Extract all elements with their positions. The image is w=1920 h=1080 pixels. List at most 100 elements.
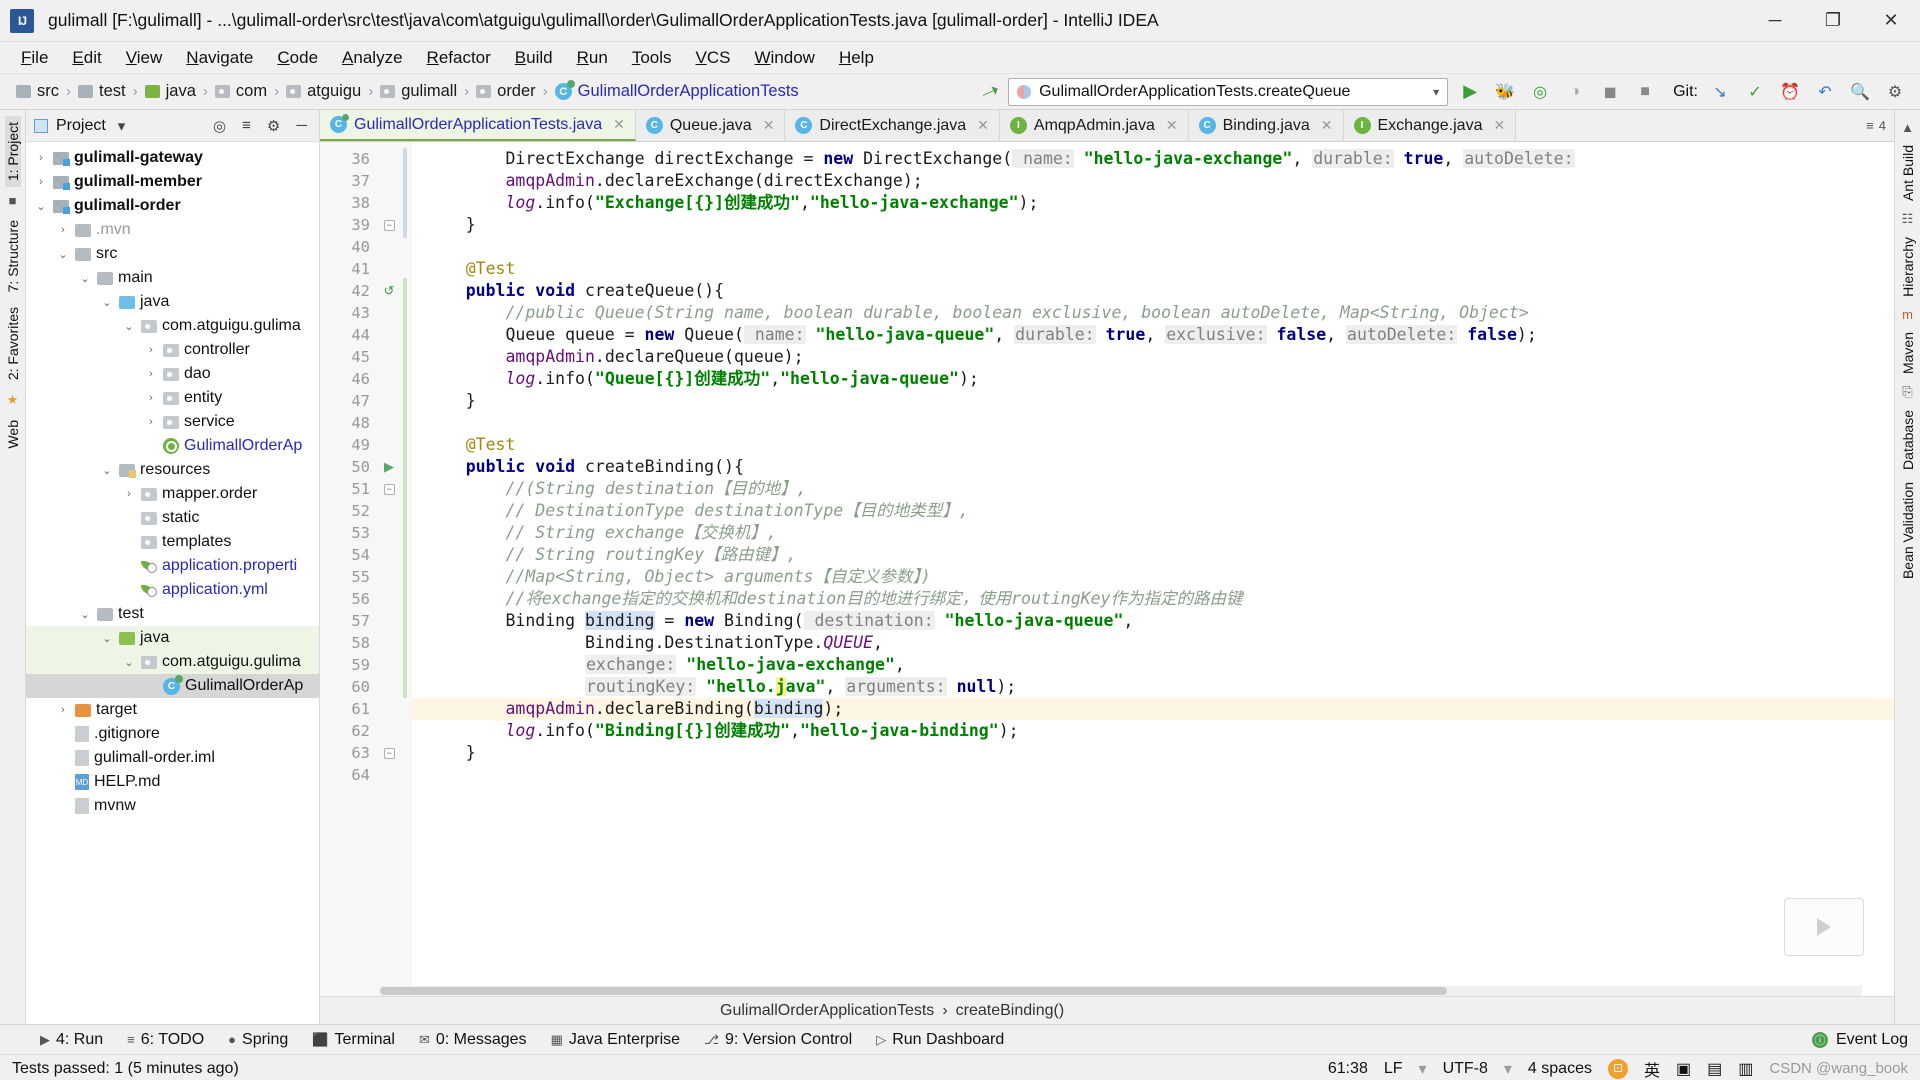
menu-item-refactor[interactable]: Refactor	[416, 44, 502, 72]
menu-item-edit[interactable]: Edit	[61, 44, 112, 72]
indent-setting[interactable]: 4 spaces	[1528, 1060, 1592, 1078]
code-line-64[interactable]	[412, 764, 1894, 786]
gutter-marker-line-50[interactable]: ▶	[380, 456, 398, 478]
menu-item-analyze[interactable]: Analyze	[331, 44, 413, 72]
tree-item-src[interactable]: ⌄ src	[26, 242, 319, 266]
tree-item-target[interactable]: › target	[26, 698, 319, 722]
code-line-63[interactable]: }	[412, 742, 1894, 764]
editor-tab-amqpadmin-java[interactable]: I AmqpAdmin.java ✕	[999, 110, 1189, 141]
chevron-down-icon[interactable]: ⌄	[56, 248, 70, 261]
line-separator[interactable]: LF	[1384, 1060, 1403, 1078]
tool-window-terminal[interactable]: ⬛ Terminal	[302, 1029, 405, 1051]
sidebar-item-favorites[interactable]: 2: Favorites	[5, 301, 21, 386]
run-button[interactable]: ▶	[1457, 79, 1483, 105]
code-line-47[interactable]: }	[412, 390, 1894, 412]
chevron-right-icon[interactable]: ›	[144, 344, 158, 356]
chevron-down-icon[interactable]: ⌄	[78, 608, 92, 621]
gear-icon[interactable]: ⚙	[263, 117, 284, 135]
collapse-all-icon[interactable]: ≡	[238, 117, 255, 134]
close-button[interactable]: ✕	[1862, 0, 1920, 42]
debug-button[interactable]: 🐝	[1492, 79, 1518, 105]
tool-window-4--run[interactable]: ▶ 4: Run	[30, 1029, 113, 1051]
code-line-48[interactable]	[412, 412, 1894, 434]
editor-tab-binding-java[interactable]: C Binding.java ✕	[1188, 110, 1344, 141]
ime-icon[interactable]: ⚀	[1607, 1058, 1628, 1079]
chevron-right-icon[interactable]: ›	[122, 488, 136, 500]
menu-item-file[interactable]: File	[10, 44, 59, 72]
maximize-button[interactable]: ❐	[1804, 0, 1862, 42]
breadcrumb-item-order[interactable]: order	[472, 82, 540, 101]
tool-window-run-dashboard[interactable]: ▷ Run Dashboard	[866, 1029, 1014, 1051]
menu-item-code[interactable]: Code	[266, 44, 329, 72]
breadcrumb-item-com[interactable]: com	[211, 82, 271, 101]
sidebar-item-database[interactable]: Database	[1900, 404, 1916, 476]
code-line-39[interactable]: }	[412, 214, 1894, 236]
tree-item-test[interactable]: ⌄ test	[26, 602, 319, 626]
tree-item-java[interactable]: ⌄ java	[26, 626, 319, 650]
tree-item-gulimall-gateway[interactable]: › gulimall-gateway	[26, 146, 319, 170]
run-test-icon[interactable]: ▶	[384, 459, 394, 475]
code-fold-icon[interactable]: −	[383, 483, 395, 495]
profiler-button[interactable]: ◑	[1562, 79, 1588, 105]
code-line-46[interactable]: log.info("Queue[{}]创建成功","hello-java-que…	[412, 368, 1894, 390]
code-fold-icon[interactable]: −	[383, 219, 395, 231]
tree-item-com-atguigu-gulima[interactable]: ⌄ com.atguigu.gulima	[26, 314, 319, 338]
code-line-43[interactable]: //public Queue(String name, boolean dura…	[412, 302, 1894, 324]
ime-language[interactable]: 英	[1644, 1057, 1660, 1080]
tray-icon-3[interactable]: ▥	[1738, 1059, 1753, 1079]
history-icon[interactable]: ⏰	[1777, 79, 1803, 105]
tree-item--gitignore[interactable]: .gitignore	[26, 722, 319, 746]
tool-window-spring[interactable]: ● Spring	[218, 1029, 298, 1051]
tool-window-java-enterprise[interactable]: ▦ Java Enterprise	[541, 1029, 690, 1051]
sidebar-item-structure[interactable]: 7: Structure	[5, 214, 21, 298]
chevron-down-icon[interactable]: ⌄	[100, 632, 114, 645]
code-fold-icon[interactable]: −	[383, 747, 395, 759]
breadcrumb-item-atguigu[interactable]: atguigu	[282, 82, 365, 101]
menu-item-run[interactable]: Run	[566, 44, 619, 72]
rollback-icon[interactable]: ↶	[1812, 79, 1838, 105]
chevron-down-icon[interactable]: ⌄	[100, 464, 114, 477]
gutter-marker-line-42[interactable]: ↺	[380, 280, 398, 302]
stop-alt-button[interactable]: ■	[1632, 79, 1658, 105]
code-line-36[interactable]: DirectExchange directExchange = new Dire…	[412, 148, 1894, 170]
horizontal-scrollbar[interactable]	[380, 986, 1862, 996]
tool-window-9--version-control[interactable]: ⎇ 9: Version Control	[694, 1029, 862, 1051]
chevron-right-icon[interactable]: ›	[34, 176, 48, 188]
chevron-down-icon[interactable]: ⌄	[122, 320, 136, 333]
tree-item-com-atguigu-gulima[interactable]: ⌄ com.atguigu.gulima	[26, 650, 319, 674]
sidebar-item-maven[interactable]: Maven	[1900, 326, 1916, 380]
breadcrumb-class[interactable]: GulimallOrderApplicationTests	[720, 1002, 934, 1020]
breadcrumb-item-java[interactable]: java	[141, 82, 200, 101]
stop-button[interactable]: ◼	[1597, 79, 1623, 105]
sidebar-item-project[interactable]: 1: Project	[4, 116, 21, 188]
tree-item-main[interactable]: ⌄ main	[26, 266, 319, 290]
menu-item-view[interactable]: View	[115, 44, 174, 72]
code-line-61[interactable]: amqpAdmin.declareBinding(binding);	[412, 698, 1894, 720]
code-line-56[interactable]: //将exchange指定的交换机和destination目的地进行绑定，使用r…	[412, 588, 1894, 610]
code-viewport[interactable]: 36 37 38 39 40 41 42 43 44 45 46 47 48 49 50 51 52 53 54 55…	[320, 142, 1894, 996]
code-content[interactable]: DirectExchange directExchange = new Dire…	[412, 142, 1894, 996]
tree-item-java[interactable]: ⌄ java	[26, 290, 319, 314]
settings-icon[interactable]: ⚙	[1882, 79, 1908, 105]
menu-item-navigate[interactable]: Navigate	[175, 44, 264, 72]
tray-icon-2[interactable]: ▤	[1707, 1059, 1722, 1079]
code-line-58[interactable]: Binding.DestinationType.QUEUE,	[412, 632, 1894, 654]
breadcrumb-item-test[interactable]: test	[74, 82, 130, 101]
tree-item-gulimall-order-iml[interactable]: gulimall-order.iml	[26, 746, 319, 770]
menu-item-window[interactable]: Window	[743, 44, 825, 72]
run-with-coverage-button[interactable]: ◎	[1527, 79, 1553, 105]
chevron-down-icon[interactable]: ⌄	[34, 200, 48, 213]
gutter-markers[interactable]: − ↺ ▶ − −	[380, 142, 398, 996]
tree-item-static[interactable]: static	[26, 506, 319, 530]
code-line-59[interactable]: exchange: "hello-java-exchange",	[412, 654, 1894, 676]
sidebar-item-web[interactable]: Web	[5, 414, 21, 455]
commit-icon[interactable]: ✓	[1742, 79, 1768, 105]
code-line-41[interactable]: @Test	[412, 258, 1894, 280]
tree-item-gulimall-order[interactable]: ⌄ gulimall-order	[26, 194, 319, 218]
tab-list-icon[interactable]: ≡	[1866, 118, 1874, 133]
editor-tab-exchange-java[interactable]: I Exchange.java ✕	[1343, 110, 1517, 141]
breadcrumb-item-gulimall[interactable]: gulimall	[376, 82, 461, 101]
chevron-down-icon[interactable]: ⌄	[122, 656, 136, 669]
code-line-38[interactable]: log.info("Exchange[{}]创建成功","hello-java-…	[412, 192, 1894, 214]
close-icon[interactable]: ✕	[613, 116, 625, 133]
